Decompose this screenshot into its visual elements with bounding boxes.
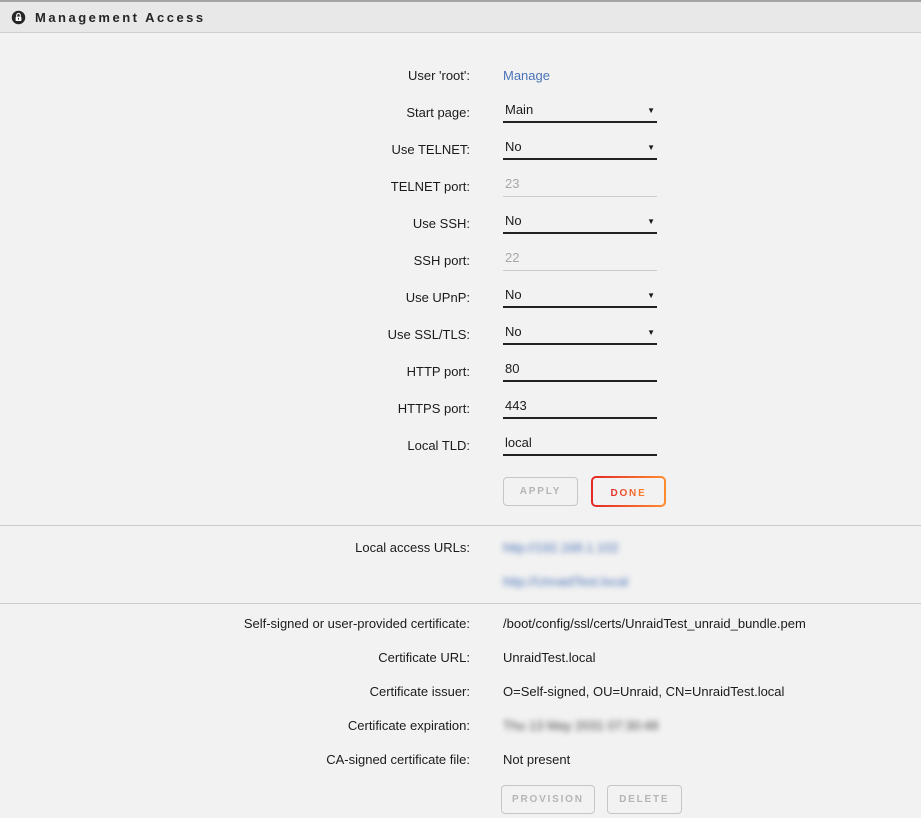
local-tld-input[interactable] [503,435,657,456]
local-access-row: Local access URLs: http://192.168.1.102 [0,530,921,564]
certificate-actions: PROVISION DELETE [501,785,921,814]
apply-button[interactable]: APPLY [503,477,578,506]
use-telnet-select[interactable]: No ▼ [503,139,657,160]
start-page-select[interactable]: Main ▼ [503,102,657,123]
selected-value: Main [505,102,533,117]
https-port-input[interactable] [503,398,657,419]
form-row-use-ssl: Use SSL/TLS: No ▼ [0,316,921,353]
form-row-local-tld: Local TLD: [0,427,921,464]
field-label: User 'root': [0,68,470,83]
local-access-section: Local access URLs: http://192.168.1.102 … [0,525,921,603]
cert-issuer-value: O=Self-signed, OU=Unraid, CN=UnraidTest.… [503,684,784,699]
provision-button[interactable]: PROVISION [501,785,595,814]
form-row-use-ssh: Use SSH: No ▼ [0,205,921,242]
use-ssh-select[interactable]: No ▼ [503,213,657,234]
field-label: SSH port: [0,253,470,268]
form-row-telnet-port: TELNET port: [0,168,921,205]
local-access-row: http://UnraidTest.local [0,564,921,598]
field-label: Certificate expiration: [0,718,470,733]
field-label: TELNET port: [0,179,470,194]
form-row-use-upnp: Use UPnP: No ▼ [0,279,921,316]
field-label: Local TLD: [0,438,470,453]
cert-row-expiration: Certificate expiration: Thu 13 May 2031 … [0,708,921,742]
http-port-input[interactable] [503,361,657,382]
local-access-url-1[interactable]: http://192.168.1.102 [503,540,619,555]
cert-row-url: Certificate URL: UnraidTest.local [0,640,921,674]
form-row-start-page: Start page: Main ▼ [0,94,921,131]
field-label: Start page: [0,105,470,120]
settings-form: User 'root': Manage Start page: Main ▼ U… [0,33,921,525]
form-row-user-root: User 'root': Manage [0,57,921,94]
form-row-ssh-port: SSH port: [0,242,921,279]
field-label: HTTPS port: [0,401,470,416]
certificate-section: Self-signed or user-provided certificate… [0,603,921,814]
manage-root-link[interactable]: Manage [503,68,550,83]
cert-row-ca-file: CA-signed certificate file: Not present [0,742,921,776]
use-ssl-select[interactable]: No ▼ [503,324,657,345]
chevron-down-icon: ▼ [647,144,655,154]
cert-ca-file-value: Not present [503,752,570,767]
cert-row-issuer: Certificate issuer: O=Self-signed, OU=Un… [0,674,921,708]
lock-circle-icon [11,10,26,25]
selected-value: No [505,287,522,302]
chevron-down-icon: ▼ [647,218,655,228]
cert-url-value: UnraidTest.local [503,650,596,665]
page-title: Management Access [35,10,206,25]
field-label: Use TELNET: [0,142,470,157]
form-actions: APPLY DONE [503,476,921,507]
field-label: Certificate issuer: [0,684,470,699]
field-label: Use UPnP: [0,290,470,305]
telnet-port-input [503,176,657,197]
selected-value: No [505,213,522,228]
use-upnp-select[interactable]: No ▼ [503,287,657,308]
local-access-url-2[interactable]: http://UnraidTest.local [503,574,628,589]
chevron-down-icon: ▼ [647,292,655,302]
field-label: Certificate URL: [0,650,470,665]
field-label: HTTP port: [0,364,470,379]
selected-value: No [505,324,522,339]
field-label: Use SSH: [0,216,470,231]
field-label: CA-signed certificate file: [0,752,470,767]
cert-bundle-path: /boot/config/ssl/certs/UnraidTest_unraid… [503,616,806,631]
chevron-down-icon: ▼ [647,107,655,117]
cert-row-bundle: Self-signed or user-provided certificate… [0,606,921,640]
done-button[interactable]: DONE [591,476,666,507]
field-label: Local access URLs: [0,540,470,555]
form-row-https-port: HTTPS port: [0,390,921,427]
form-row-use-telnet: Use TELNET: No ▼ [0,131,921,168]
ssh-port-input [503,250,657,271]
field-label: Self-signed or user-provided certificate… [0,616,470,631]
delete-button[interactable]: DELETE [607,785,682,814]
chevron-down-icon: ▼ [647,329,655,339]
section-header: Management Access [0,0,921,33]
field-label: Use SSL/TLS: [0,327,470,342]
selected-value: No [505,139,522,154]
form-row-http-port: HTTP port: [0,353,921,390]
cert-expiration-value: Thu 13 May 2031 07:30:48 [503,718,658,733]
